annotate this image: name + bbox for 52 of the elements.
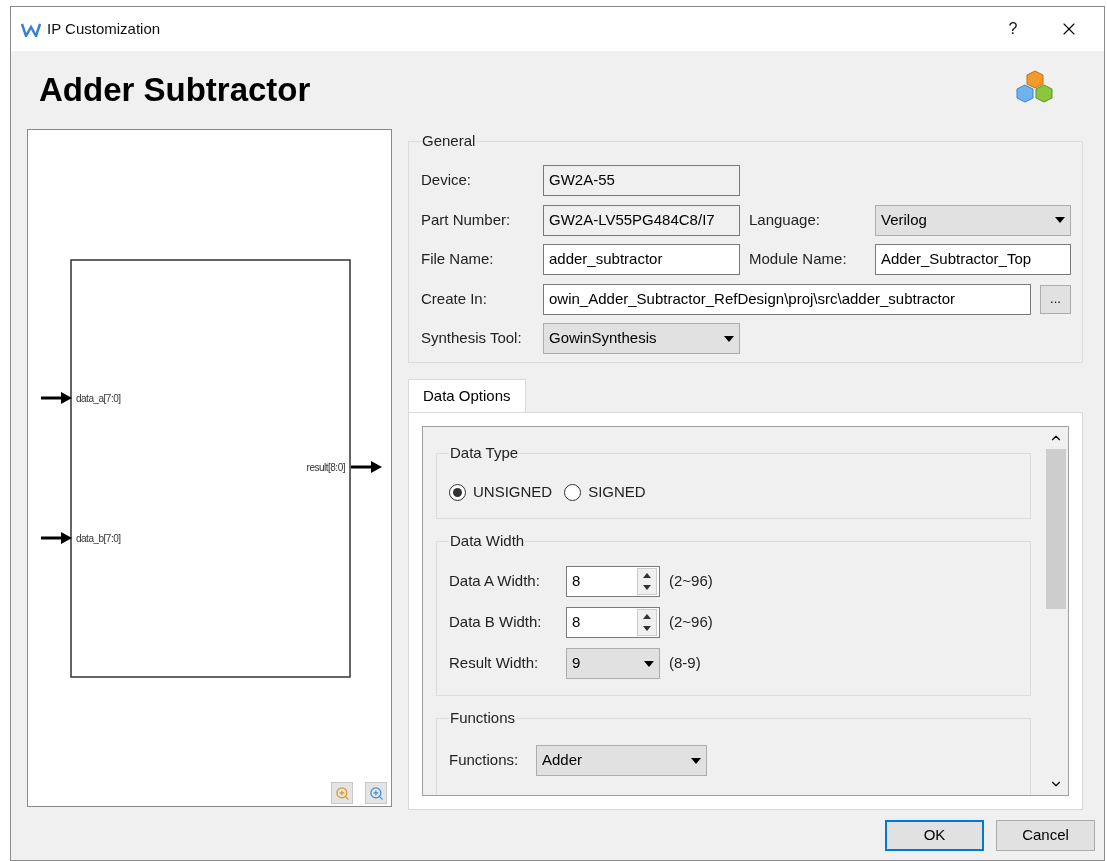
field-label: Result Width: bbox=[449, 653, 540, 674]
field-label: Part Number: bbox=[421, 209, 512, 230]
help-button[interactable]: ? bbox=[998, 17, 1028, 41]
browse-button[interactable]: ... bbox=[1040, 284, 1071, 314]
text-field[interactable]: adder_subtractor bbox=[543, 244, 740, 275]
arrow-icon bbox=[41, 532, 72, 544]
text-field[interactable]: Adder_Subtractor_Top bbox=[875, 244, 1071, 275]
text-field[interactable]: GW2A-LV55PG484C8/I7 bbox=[543, 204, 740, 236]
field-label: Device: bbox=[421, 170, 473, 191]
field-label: Data A Width: bbox=[449, 571, 541, 592]
tab[interactable]: Data Options bbox=[408, 379, 526, 412]
field-label: File Name: bbox=[421, 249, 495, 270]
field-label: Data B Width: bbox=[449, 612, 543, 633]
radio-label: UNSIGNED bbox=[473, 481, 553, 502]
dropdown[interactable]: Verilog bbox=[875, 204, 1071, 236]
range-hint: (2~96) bbox=[669, 571, 713, 592]
logo-icon bbox=[21, 21, 41, 37]
port-label: result[8:0] bbox=[306, 462, 345, 473]
dropdown[interactable]: Adder bbox=[536, 745, 707, 776]
dialog-button[interactable]: Cancel bbox=[996, 820, 1095, 851]
port-label: data_b[7:0] bbox=[76, 533, 121, 544]
arrow-icon bbox=[41, 392, 72, 404]
radio-button[interactable] bbox=[564, 483, 582, 501]
port-label: data_a[7:0] bbox=[76, 393, 121, 404]
caret-icon bbox=[1055, 217, 1065, 223]
up-arrow-icon[interactable] bbox=[643, 613, 651, 619]
field-label: Synthesis Tool: bbox=[421, 328, 523, 349]
dropdown[interactable]: GowinSynthesis bbox=[543, 323, 740, 354]
spin-box[interactable]: 8 bbox=[566, 566, 660, 597]
up-arrow-icon[interactable] bbox=[643, 572, 651, 578]
radio-button[interactable] bbox=[449, 483, 466, 501]
dialog-button[interactable]: OK bbox=[885, 820, 984, 851]
radio-label: SIGNED bbox=[588, 481, 646, 502]
text-field[interactable]: GW2A-55 bbox=[543, 165, 740, 196]
field-label: Functions: bbox=[449, 750, 520, 771]
caret-icon bbox=[724, 335, 734, 342]
arrow-icon bbox=[351, 461, 382, 473]
scroll-thumb[interactable] bbox=[1046, 449, 1066, 609]
dropdown[interactable]: 9 bbox=[566, 648, 660, 679]
caret-icon bbox=[691, 757, 701, 764]
field-label: Module Name: bbox=[749, 249, 848, 270]
page-title: Adder Subtractor bbox=[39, 70, 311, 111]
field-label: Create In: bbox=[421, 288, 488, 309]
field-label: Language: bbox=[749, 209, 821, 230]
caret-icon bbox=[644, 660, 654, 667]
range-hint: (2~96) bbox=[669, 612, 713, 633]
down-arrow-icon[interactable] bbox=[643, 626, 651, 632]
text-field[interactable]: owin_Adder_Subtractor_RefDesign\proj\src\adder_subtractor bbox=[543, 283, 1031, 315]
range-hint: (8-9) bbox=[669, 653, 701, 674]
down-arrow-icon[interactable] bbox=[643, 585, 651, 591]
spin-box[interactable]: 8 bbox=[566, 607, 660, 638]
window-title: IP Customization bbox=[47, 18, 161, 39]
